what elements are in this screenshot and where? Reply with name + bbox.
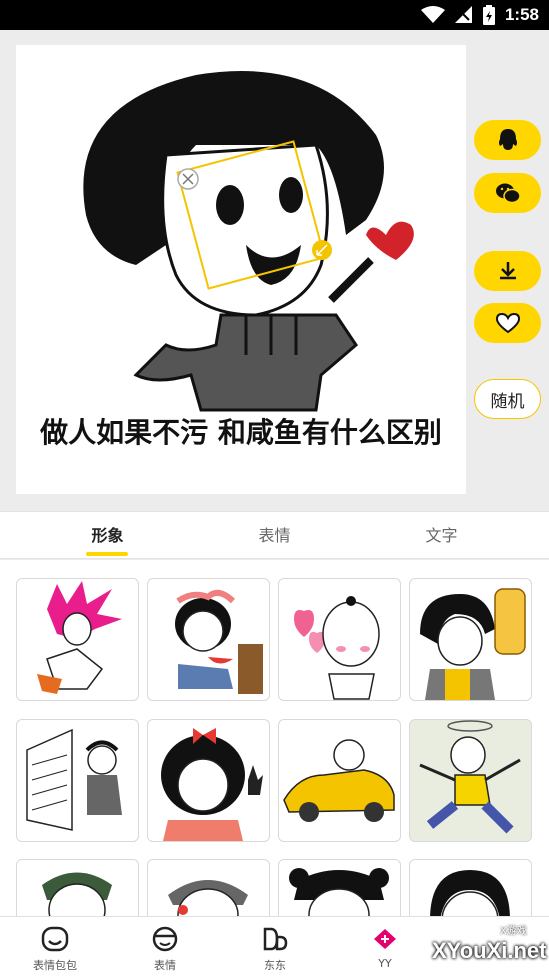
character-thumb bbox=[289, 868, 389, 916]
character-thumb bbox=[26, 728, 122, 831]
status-time: 1:58 bbox=[504, 5, 539, 24]
character-tile[interactable] bbox=[409, 719, 532, 842]
emoji-face-icon bbox=[152, 926, 178, 952]
character-tile[interactable] bbox=[147, 859, 270, 916]
favorite-button[interactable] bbox=[474, 303, 541, 343]
tab-expression[interactable]: 表情 bbox=[183, 512, 366, 560]
heart-icon bbox=[495, 312, 520, 334]
character-thumb bbox=[294, 596, 380, 700]
character-thumb bbox=[168, 880, 248, 916]
character-thumb bbox=[42, 872, 112, 916]
wechat-icon bbox=[495, 183, 521, 204]
character-thumb bbox=[37, 581, 122, 694]
character-thumb bbox=[419, 720, 521, 834]
share-qq-button[interactable] bbox=[474, 120, 541, 160]
character-thumb bbox=[283, 739, 395, 822]
nav-label: 东东 bbox=[264, 959, 286, 972]
watermark-small-text: X游戏 bbox=[500, 926, 527, 937]
face-icon bbox=[41, 926, 69, 952]
character-tile[interactable] bbox=[278, 719, 401, 842]
nav-label: 表情 bbox=[154, 959, 176, 972]
share-wechat-button[interactable] bbox=[474, 173, 541, 213]
signal-icon bbox=[454, 6, 472, 23]
character-tile[interactable] bbox=[278, 578, 401, 701]
tab-text[interactable]: 文字 bbox=[350, 512, 533, 560]
character-tile[interactable] bbox=[409, 578, 532, 701]
nav-item-packs[interactable]: 表情包包 bbox=[0, 917, 110, 976]
character-tile[interactable] bbox=[16, 859, 139, 916]
character-thumb bbox=[161, 728, 263, 841]
character-tile[interactable] bbox=[16, 719, 139, 842]
qq-icon bbox=[498, 129, 517, 150]
character-tile[interactable] bbox=[147, 578, 270, 701]
nav-item-dongdong[interactable]: 东东 bbox=[220, 917, 330, 976]
active-tab-indicator bbox=[86, 552, 128, 556]
character-grid bbox=[0, 560, 549, 916]
character-tile[interactable] bbox=[147, 719, 270, 842]
watermark-text: XYouXi.net bbox=[432, 938, 547, 963]
character-tile[interactable] bbox=[278, 859, 401, 916]
meme-character[interactable] bbox=[16, 45, 466, 415]
battery-icon bbox=[482, 5, 495, 25]
download-icon bbox=[499, 262, 516, 280]
random-button[interactable]: 随机 bbox=[474, 379, 541, 419]
nav-label: 表情包包 bbox=[33, 959, 77, 972]
character-thumb bbox=[420, 588, 526, 700]
download-button[interactable] bbox=[474, 251, 541, 291]
meme-caption[interactable]: 做人如果不污 和咸鱼有什么区别 bbox=[16, 415, 466, 450]
dd-icon bbox=[263, 927, 288, 951]
status-bar: 1:58 bbox=[0, 0, 549, 30]
category-tabs: 形象 表情 文字 bbox=[0, 511, 549, 559]
wifi-icon bbox=[420, 6, 445, 23]
character-tile[interactable] bbox=[409, 859, 532, 916]
nav-item-expressions[interactable]: 表情 bbox=[110, 917, 220, 976]
site-watermark: X游戏 XYouXi.net bbox=[380, 918, 549, 976]
character-thumb bbox=[430, 870, 510, 916]
character-tile[interactable] bbox=[16, 578, 139, 701]
meme-canvas[interactable]: 做人如果不污 和咸鱼有什么区别 bbox=[16, 45, 466, 494]
character-thumb bbox=[175, 589, 263, 694]
